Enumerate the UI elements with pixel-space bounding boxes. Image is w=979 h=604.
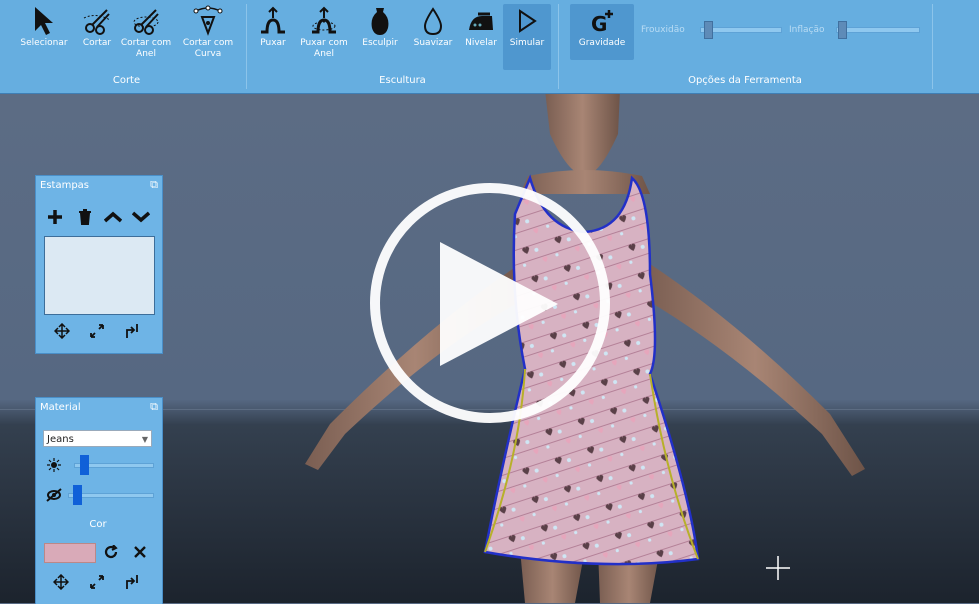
brightness-slider-handle[interactable] xyxy=(80,455,89,475)
color-label: Cor xyxy=(89,519,107,530)
gravity-icon: G xyxy=(570,4,634,38)
panel-title: Material xyxy=(40,402,81,413)
group-label-corte: Corte xyxy=(112,75,141,86)
inflacao-slider-handle[interactable] xyxy=(838,21,847,39)
play-outline-icon xyxy=(503,4,551,38)
panel-title: Estampas xyxy=(40,180,90,191)
frouxidao-label: Frouxidão xyxy=(641,25,685,35)
tool-cortar-com-curva[interactable]: Cortar com Curva xyxy=(178,4,238,60)
divider xyxy=(246,4,247,89)
tool-gravidade[interactable]: G Gravidade xyxy=(570,4,634,60)
tool-selecionar[interactable]: Selecionar xyxy=(14,4,74,49)
iron-icon xyxy=(461,4,501,38)
tool-simular[interactable]: Simular xyxy=(503,4,551,70)
rotate-icon[interactable] xyxy=(124,323,140,339)
play-triangle xyxy=(440,242,558,366)
crosshair-cursor-icon xyxy=(766,556,790,580)
inflacao-slider[interactable] xyxy=(836,27,920,33)
tool-cortar[interactable]: Cortar xyxy=(78,4,116,49)
trash-icon[interactable] xyxy=(78,209,92,225)
tool-esculpir[interactable]: Esculpir xyxy=(356,4,404,49)
pin-icon[interactable]: ⧉ xyxy=(150,178,158,192)
tool-label: Nivelar xyxy=(465,38,497,48)
tool-label: Puxar xyxy=(260,38,286,48)
scissors-icon xyxy=(78,4,116,38)
tool-label: Cortar com Curva xyxy=(182,38,234,59)
stamps-panel: Estampas ⧉ xyxy=(35,175,163,354)
tool-puxar[interactable]: Puxar xyxy=(255,4,291,49)
color-swatch[interactable] xyxy=(44,543,96,563)
tool-puxar-com-anel[interactable]: Puxar com Anel xyxy=(296,4,352,60)
pull-icon xyxy=(255,4,291,38)
move-icon[interactable] xyxy=(53,574,69,590)
chevron-down-icon[interactable] xyxy=(132,211,150,223)
move-icon[interactable] xyxy=(54,323,70,339)
stamps-list[interactable] xyxy=(44,236,155,315)
pin-icon[interactable]: ⧉ xyxy=(150,400,158,414)
scissors-ring-icon xyxy=(120,4,172,38)
tool-label: Suavizar xyxy=(413,38,453,48)
rotate-icon[interactable] xyxy=(124,574,140,590)
divider xyxy=(558,4,559,89)
inflacao-label: Inflação xyxy=(789,25,825,35)
chevron-up-icon[interactable] xyxy=(104,211,122,223)
tool-label: Gravidade xyxy=(578,38,626,48)
visibility-off-icon xyxy=(46,488,62,502)
tool-label: Cortar com Anel xyxy=(120,38,172,59)
tool-label: Cortar xyxy=(82,38,112,48)
divider xyxy=(932,4,933,89)
material-dropdown[interactable]: Jeans ▼ xyxy=(43,430,152,447)
tool-nivelar[interactable]: Nivelar xyxy=(461,4,501,49)
tool-label: Simular xyxy=(509,38,545,48)
close-icon[interactable] xyxy=(134,546,146,558)
frouxidao-slider-handle[interactable] xyxy=(704,21,713,39)
tool-suavizar[interactable]: Suavizar xyxy=(408,4,458,49)
svg-text:G: G xyxy=(591,12,607,35)
vase-icon xyxy=(356,4,404,38)
pen-curve-icon xyxy=(178,4,238,38)
brightness-icon xyxy=(47,458,61,472)
tool-label: Esculpir xyxy=(362,38,398,48)
chevron-down-icon: ▼ xyxy=(141,435,148,444)
scale-icon[interactable] xyxy=(89,323,105,339)
refresh-icon[interactable] xyxy=(104,545,118,559)
add-icon[interactable] xyxy=(47,209,63,225)
visibility-slider-handle[interactable] xyxy=(73,485,82,505)
ribbon-toolbar: Selecionar Cortar Cortar com Anel Cortar… xyxy=(0,0,979,94)
group-label-escultura: Escultura xyxy=(379,75,426,86)
pull-ring-icon xyxy=(296,4,352,38)
scale-icon[interactable] xyxy=(89,574,105,590)
drop-icon xyxy=(408,4,458,38)
cursor-arrow-icon xyxy=(14,4,74,38)
tool-label: Puxar com Anel xyxy=(300,38,348,59)
group-label-opcoes: Opções da Ferramenta xyxy=(688,75,802,86)
material-selected: Jeans xyxy=(47,434,74,445)
tool-label: Selecionar xyxy=(20,38,68,48)
tool-cortar-com-anel[interactable]: Cortar com Anel xyxy=(120,4,172,60)
